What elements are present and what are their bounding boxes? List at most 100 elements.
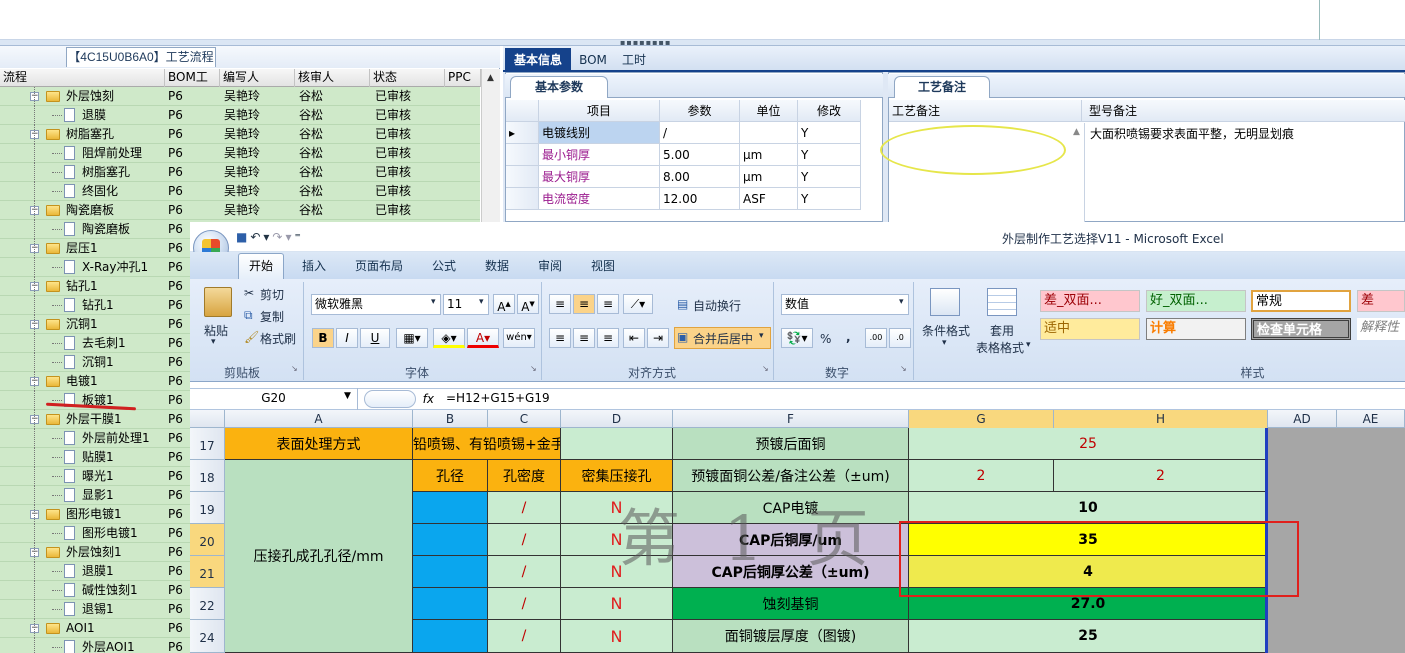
row-header-20[interactable]: 20: [190, 524, 225, 556]
col-header-writer[interactable]: 编写人: [220, 69, 295, 87]
cell-c18[interactable]: 孔密度: [488, 460, 561, 492]
name-box[interactable]: G20: [190, 388, 358, 410]
select-all-corner[interactable]: [190, 410, 225, 428]
style-neutral[interactable]: 适中: [1040, 318, 1140, 340]
param-edit-flag[interactable]: Y: [798, 122, 861, 144]
cell-b20[interactable]: [413, 524, 488, 556]
format-as-table-dropdown-icon[interactable]: ▾: [1026, 340, 1031, 350]
col-header-bom[interactable]: BOM工厂: [165, 69, 220, 101]
cell-b24[interactable]: [413, 620, 488, 653]
paste-icon[interactable]: [204, 287, 232, 317]
cell-b19[interactable]: [413, 492, 488, 524]
param-edit-flag[interactable]: Y: [798, 188, 861, 210]
params-col-header[interactable]: 修改: [798, 100, 861, 122]
process-flow-tab[interactable]: 【4C15U0B6A0】工艺流程: [66, 47, 216, 67]
alignment-launcher-icon[interactable]: ↘: [762, 364, 769, 373]
format-painter-icon[interactable]: 🖌: [244, 330, 259, 344]
shrink-font-icon[interactable]: A▼: [517, 294, 539, 314]
formula-input[interactable]: =H12+G15+G19: [446, 388, 1346, 410]
col-header-ae[interactable]: AE: [1337, 410, 1405, 428]
format-as-table-button[interactable]: 套用: [990, 322, 1014, 339]
cell-c20[interactable]: /: [488, 524, 561, 556]
font-name-dropdown-icon[interactable]: ▾: [431, 297, 436, 307]
format-as-table-icon[interactable]: [987, 288, 1017, 316]
merge-center-button[interactable]: 合并后居中: [693, 330, 753, 347]
phonetic-icon[interactable]: wén▾: [503, 328, 535, 348]
align-bottom-icon[interactable]: ≡: [597, 294, 619, 314]
scroll-up-arrow-icon[interactable]: ▲: [481, 70, 500, 87]
merge-center-icon[interactable]: ▣: [677, 330, 688, 344]
cell-d17[interactable]: [561, 428, 673, 460]
cell-a-merged[interactable]: 压接孔成孔孔径/mm: [225, 460, 413, 653]
param-unit[interactable]: μm: [740, 144, 798, 166]
param-unit[interactable]: [740, 122, 798, 144]
paste-dropdown-icon[interactable]: ▾: [211, 337, 216, 347]
cell-g18[interactable]: 2: [909, 460, 1054, 492]
row-selector[interactable]: [506, 166, 539, 188]
tree-step-row[interactable]: 树脂塞孔 P6 吴艳玲 谷松 已审核: [0, 163, 480, 182]
col-header-ppc[interactable]: PPC: [445, 69, 481, 87]
cell-gh17[interactable]: 25: [909, 428, 1268, 460]
bold-button[interactable]: B: [312, 328, 334, 348]
style-explanatory[interactable]: 解释性: [1357, 318, 1405, 340]
insert-function-button[interactable]: fx: [360, 389, 440, 409]
save-icon[interactable]: ■: [236, 230, 250, 244]
undo-icon[interactable]: ↶▾: [250, 230, 272, 244]
style-calculation[interactable]: 计算: [1146, 318, 1246, 340]
format-painter-button[interactable]: 格式刷: [260, 330, 296, 347]
col-header-reviewer[interactable]: 核审人: [295, 69, 370, 87]
style-check-cell[interactable]: 检查单元格: [1251, 318, 1351, 340]
tab-work-hours[interactable]: 工时: [614, 48, 654, 72]
font-size-dropdown-icon[interactable]: ▾: [479, 297, 484, 307]
param-unit[interactable]: μm: [740, 166, 798, 188]
current-row-indicator-icon[interactable]: ▸: [506, 122, 539, 144]
fill-color-icon[interactable]: ◈▾: [433, 328, 465, 348]
wrap-text-button[interactable]: 自动换行: [693, 297, 741, 314]
borders-icon[interactable]: ▦▾: [396, 328, 428, 348]
ribbon-tab-view[interactable]: 视图: [591, 257, 615, 274]
model-note-textarea[interactable]: 大面积喷锡要求表面平整，无明显划痕: [1090, 126, 1400, 222]
wrap-text-icon[interactable]: ▤: [677, 297, 688, 311]
format-as-table-label2[interactable]: 表格格式: [976, 339, 1024, 356]
font-name-box[interactable]: 微软雅黑: [311, 294, 441, 315]
style-good-double[interactable]: 好_双面...: [1146, 290, 1246, 312]
align-center-icon[interactable]: ≡: [573, 328, 595, 348]
ribbon-tab-page-layout[interactable]: 页面布局: [355, 257, 403, 274]
row-header-24[interactable]: 24: [190, 620, 225, 653]
customize-qat-icon[interactable]: ⁼: [295, 230, 304, 244]
cell-bc17[interactable]: 铅喷锡、有铅喷锡+金手: [413, 428, 561, 460]
row-selector[interactable]: [506, 144, 539, 166]
align-top-icon[interactable]: ≡: [549, 294, 571, 314]
col-header-f[interactable]: F: [673, 410, 909, 428]
row-header-22[interactable]: 22: [190, 588, 225, 620]
ribbon-tab-insert[interactable]: 插入: [302, 257, 326, 274]
cell-c21[interactable]: /: [488, 556, 561, 588]
col-header-g[interactable]: G: [909, 410, 1054, 428]
cell-f22[interactable]: 蚀刻基铜: [673, 588, 909, 620]
tree-step-row[interactable]: 终固化 P6 吴艳玲 谷松 已审核: [0, 182, 480, 201]
tree-folder-row[interactable]: − 树脂塞孔 P6 吴艳玲 谷松 已审核: [0, 125, 480, 144]
cell-h18[interactable]: 2: [1054, 460, 1268, 492]
col-header-flow[interactable]: 流程: [0, 69, 165, 87]
style-bad-double[interactable]: 差_双面...: [1040, 290, 1140, 312]
redo-icon[interactable]: ↷▾: [272, 230, 294, 244]
cut-icon[interactable]: ✂: [244, 286, 254, 300]
col-header-c[interactable]: C: [488, 410, 561, 428]
param-value[interactable]: 8.00: [660, 166, 740, 188]
cell-f24[interactable]: 面铜镀层厚度（图镀): [673, 620, 909, 653]
cell-c24[interactable]: /: [488, 620, 561, 653]
row-header-21[interactable]: 21: [190, 556, 225, 588]
cell-b18[interactable]: 孔径: [413, 460, 488, 492]
conditional-format-button[interactable]: 条件格式: [922, 322, 970, 339]
params-col-header[interactable]: 参数: [660, 100, 740, 122]
cell-b22[interactable]: [413, 588, 488, 620]
conditional-format-dropdown-icon[interactable]: ▾: [942, 338, 947, 348]
tree-step-row[interactable]: 阻焊前处理 P6 吴艳玲 谷松 已审核: [0, 144, 480, 163]
cell-a17[interactable]: 表面处理方式: [225, 428, 413, 460]
col-header-h[interactable]: H: [1054, 410, 1268, 428]
underline-button[interactable]: U: [360, 328, 390, 348]
increase-decimal-icon[interactable]: .00: [865, 328, 887, 348]
tree-scrollbar[interactable]: [481, 69, 500, 229]
italic-button[interactable]: I: [336, 328, 358, 348]
number-format-box[interactable]: 数值: [781, 294, 909, 315]
